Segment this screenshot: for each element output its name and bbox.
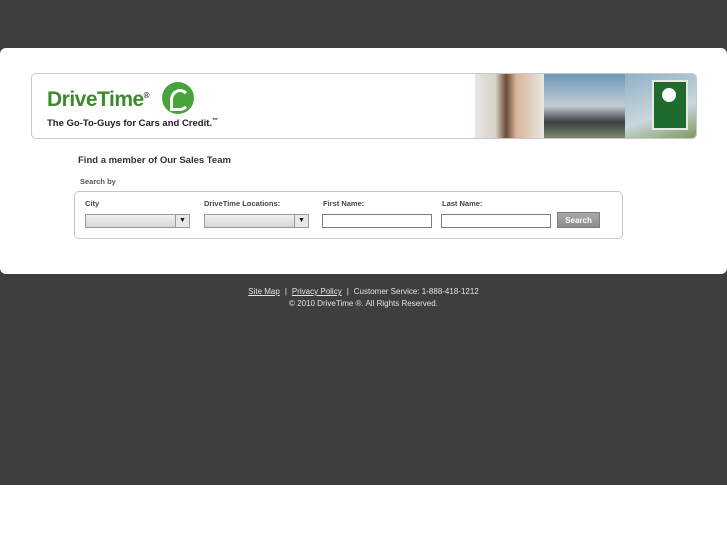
footer-links: Site Map | Privacy Policy | Customer Service… [0, 286, 727, 298]
locations-select[interactable]: ▼ [204, 214, 309, 228]
customer-service-text: Customer Service: 1-888-418-1212 [353, 287, 479, 296]
brand-logo-mark: ® [143, 91, 150, 100]
first-name-input[interactable] [322, 214, 432, 228]
header-banner: DriveTime® The Go-To-Guys for Cars and C… [31, 73, 697, 139]
city-select[interactable]: ▼ [85, 214, 190, 228]
brand-tagline-mark: ™ [212, 118, 219, 124]
brand-emblem-icon [162, 82, 194, 114]
dealership-sign-icon [652, 80, 688, 130]
search-by-label: Search by [80, 177, 116, 186]
last-name-input[interactable] [441, 214, 551, 228]
chevron-down-icon[interactable]: ▼ [175, 215, 189, 227]
banner-photo-woman-keys [475, 74, 544, 138]
city-label: City [85, 199, 100, 208]
brand-logo-text: DriveTime [47, 88, 144, 111]
privacy-policy-link[interactable]: Privacy Policy [292, 287, 342, 296]
content-panel: DriveTime® The Go-To-Guys for Cars and C… [0, 48, 727, 274]
brand-tagline-text: The Go-To-Guys for Cars and Credit. [47, 118, 213, 130]
footer-separator: | [346, 287, 349, 296]
search-button[interactable]: Search [557, 212, 600, 228]
first-name-label: First Name: [323, 199, 365, 208]
search-form: City ▼ DriveTime Locations: ▼ First Name… [74, 191, 623, 239]
copyright-text: © 2010 DriveTime ®. All Rights Reserved. [289, 299, 438, 308]
section-title: Find a member of Our Sales Team [78, 155, 231, 166]
brand-tagline: The Go-To-Guys for Cars and Credit.™ [47, 118, 218, 129]
locations-label: DriveTime Locations: [204, 199, 281, 208]
brand-logo[interactable]: DriveTime® [47, 88, 150, 112]
footer: Site Map | Privacy Policy | Customer Service… [0, 286, 727, 310]
banner-photo-convertible [544, 74, 625, 138]
footer-separator: | [284, 287, 287, 296]
site-map-link[interactable]: Site Map [248, 287, 280, 296]
last-name-label: Last Name: [442, 199, 483, 208]
chevron-down-icon[interactable]: ▼ [294, 215, 308, 227]
